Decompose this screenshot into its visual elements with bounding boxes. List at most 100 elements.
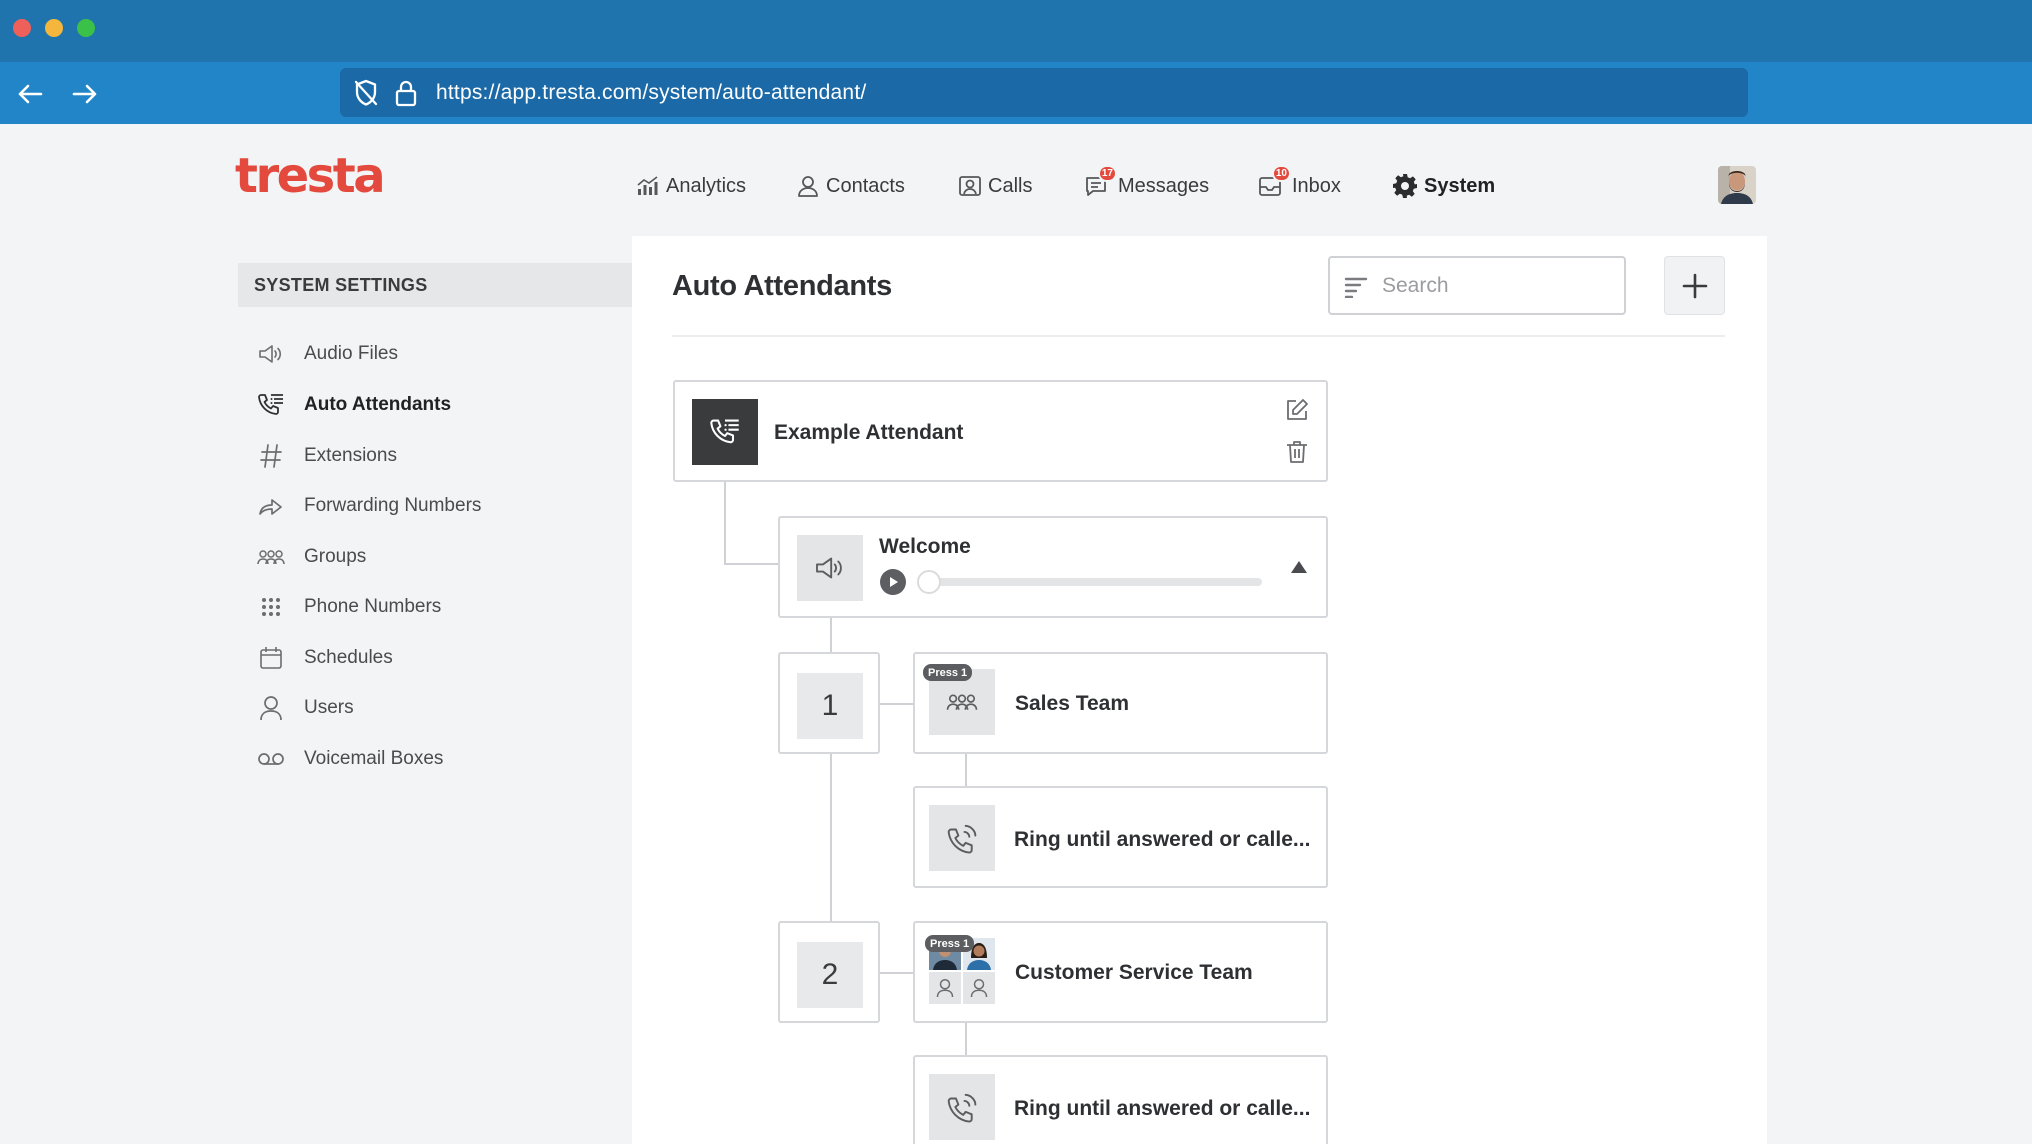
lock-icon[interactable] <box>394 78 418 113</box>
greeting-label: Welcome <box>879 535 971 558</box>
sidebar-item-label: Audio Files <box>304 343 398 364</box>
audio-progress-track[interactable] <box>932 578 1262 586</box>
group-icon: Press 1 <box>923 664 995 735</box>
sidebar-item-phone-numbers[interactable]: Phone Numbers <box>256 592 441 622</box>
forward-arrow-icon <box>256 491 286 521</box>
inbox-icon: 10 <box>1258 165 1291 198</box>
inbox-badge: 10 <box>1271 165 1291 182</box>
sidebar-item-label: Voicemail Boxes <box>304 748 444 769</box>
nav-contacts-label: Contacts <box>826 174 905 197</box>
sidebar-item-label: Auto Attendants <box>304 394 452 415</box>
option-target-card[interactable]: Press 1 Customer Service Team <box>913 921 1328 1023</box>
audio-progress-knob[interactable] <box>917 570 941 594</box>
sidebar-item-extensions[interactable]: Extensions <box>256 441 397 471</box>
sidebar-item-label: Groups <box>304 546 367 567</box>
option-key-card[interactable]: 2 <box>778 921 880 1023</box>
ring-rule-text: Ring until answered or calle... <box>1014 828 1311 851</box>
forward-button[interactable] <box>65 74 105 114</box>
nav-inbox-label: Inbox <box>1292 174 1341 197</box>
analytics-icon <box>637 176 658 195</box>
contact-icon <box>798 176 818 197</box>
option-key: 1 <box>797 673 863 739</box>
user-avatar[interactable] <box>1718 166 1756 204</box>
add-attendant-button[interactable] <box>1664 256 1725 315</box>
dialpad-icon <box>256 592 286 622</box>
trash-icon[interactable] <box>1286 440 1308 469</box>
back-button[interactable] <box>10 74 50 114</box>
tree-connector <box>965 1022 967 1056</box>
sidebar-item-audio-files[interactable]: Audio Files <box>256 339 398 369</box>
calendar-icon <box>256 643 286 673</box>
voicemail-icon <box>256 744 286 774</box>
ring-rule-card[interactable]: Ring until answered or calle... <box>913 1055 1328 1144</box>
ringing-phone-icon <box>929 805 995 871</box>
arrow-right-icon <box>72 84 97 104</box>
url-text[interactable]: https://app.tresta.com/system/auto-atten… <box>436 81 866 105</box>
system-settings-header: SYSTEM SETTINGS <box>238 263 632 307</box>
option-target-name: Customer Service Team <box>1015 961 1253 984</box>
messages-badge: 17 <box>1097 165 1117 182</box>
option-target-card[interactable]: Press 1 Sales Team <box>913 652 1328 754</box>
speaker-icon <box>256 339 286 369</box>
phone-menu-icon <box>692 399 758 465</box>
option-key-card[interactable]: 1 <box>778 652 880 754</box>
member-placeholder-icon <box>963 972 995 1004</box>
search-input[interactable] <box>1382 270 1612 302</box>
sidebar-item-schedules[interactable]: Schedules <box>256 643 393 673</box>
arrow-left-icon <box>18 84 43 104</box>
ringing-phone-icon <box>929 1074 995 1140</box>
minimize-window-button[interactable] <box>45 19 63 37</box>
play-icon <box>890 577 898 587</box>
member-placeholder-icon <box>929 972 961 1004</box>
tree-connector <box>965 753 967 787</box>
nav-system-label: System <box>1424 174 1496 197</box>
tree-connector <box>880 972 914 974</box>
user-icon <box>256 693 286 723</box>
browser-toolbar: https://app.tresta.com/system/auto-atten… <box>0 62 2032 124</box>
nav-messages[interactable]: 17 Messages <box>1084 165 1210 202</box>
sidebar-item-forwarding-numbers[interactable]: Forwarding Numbers <box>256 491 481 521</box>
tresta-logo[interactable]: tresta <box>235 152 386 200</box>
tracking-protection-icon[interactable] <box>352 78 380 113</box>
tree-connector <box>724 482 726 565</box>
sidebar-item-groups[interactable]: Groups <box>256 542 366 572</box>
nav-inbox[interactable]: 10 Inbox <box>1258 165 1341 202</box>
nav-contacts[interactable]: Contacts <box>796 170 905 202</box>
hash-icon <box>256 441 286 471</box>
collapse-icon[interactable] <box>1290 560 1308 579</box>
address-bar[interactable]: https://app.tresta.com/system/auto-atten… <box>340 68 1748 117</box>
browser-titlebar <box>0 0 2032 62</box>
plus-icon <box>1682 273 1707 298</box>
sidebar-item-label: Schedules <box>304 647 393 668</box>
nav-calls[interactable]: Calls <box>958 170 1032 202</box>
group-icon <box>256 542 286 572</box>
nav-analytics[interactable]: Analytics <box>636 170 746 202</box>
calls-icon <box>959 176 981 196</box>
press-tag: Press 1 <box>925 935 975 952</box>
sidebar-item-label: Forwarding Numbers <box>304 495 482 516</box>
nav-system[interactable]: System <box>1392 170 1495 202</box>
sidebar-item-label: Phone Numbers <box>304 596 442 617</box>
tree-connector <box>880 703 914 705</box>
gear-icon <box>1393 174 1417 198</box>
sidebar-item-users[interactable]: Users <box>256 693 354 723</box>
ring-rule-text: Ring until answered or calle... <box>1014 1097 1311 1120</box>
press-tag: Press 1 <box>923 664 973 681</box>
sidebar-item-label: Extensions <box>304 445 397 466</box>
play-button[interactable] <box>880 569 906 595</box>
attendant-card[interactable]: Example Attendant <box>673 380 1328 482</box>
ring-rule-card[interactable]: Ring until answered or calle... <box>913 786 1328 888</box>
nav-messages-label: Messages <box>1118 174 1210 197</box>
edit-icon[interactable] <box>1285 398 1309 427</box>
search-box[interactable] <box>1328 256 1626 315</box>
nav-calls-label: Calls <box>988 174 1033 197</box>
greeting-card[interactable]: Welcome <box>778 516 1328 618</box>
close-window-button[interactable] <box>13 19 31 37</box>
filter-icon[interactable] <box>1344 276 1368 303</box>
sidebar-item-label: Users <box>304 697 354 718</box>
phone-menu-icon <box>256 390 286 420</box>
member-avatars: Press 1 <box>925 935 995 1004</box>
maximize-window-button[interactable] <box>77 19 95 37</box>
sidebar-item-auto-attendants[interactable]: Auto Attendants <box>256 390 451 420</box>
sidebar-item-voicemail-boxes[interactable]: Voicemail Boxes <box>256 744 443 774</box>
